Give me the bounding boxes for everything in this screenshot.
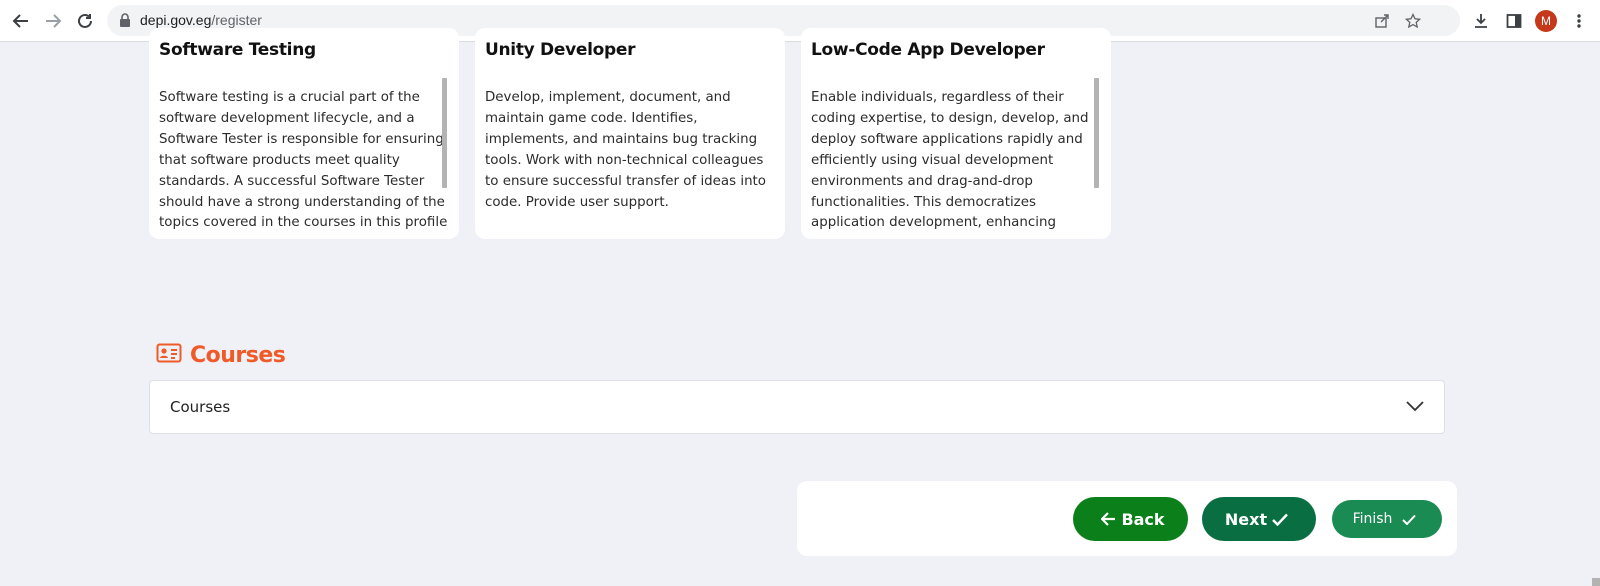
card-title: Unity Developer: [485, 40, 636, 60]
url-path: /register: [211, 12, 262, 28]
avatar[interactable]: M: [1535, 10, 1557, 32]
card-scrollbar[interactable]: [442, 78, 447, 188]
career-card-software-testing[interactable]: Software Testing Software testing is a c…: [149, 28, 459, 239]
next-button-label: Next: [1224, 509, 1268, 529]
courses-header: Courses: [156, 343, 286, 368]
arrow-left-icon: [1101, 512, 1116, 526]
card-title: Software Testing: [159, 40, 316, 60]
more-vert-icon[interactable]: [1568, 10, 1590, 32]
courses-dropdown-value: Courses: [170, 398, 231, 416]
share-icon[interactable]: [1372, 11, 1392, 31]
career-card-low-code-app-developer[interactable]: Low-Code App Developer Enable individual…: [801, 28, 1111, 239]
id-card-icon: [156, 343, 182, 368]
finish-button-label: Finish: [1352, 511, 1393, 527]
courses-title: Courses: [190, 343, 286, 368]
back-button-label: Back: [1121, 509, 1165, 529]
finish-button[interactable]: Finish: [1332, 500, 1442, 538]
lock-icon[interactable]: [119, 13, 131, 32]
reload-icon[interactable]: [72, 8, 98, 34]
card-title: Low-Code App Developer: [811, 40, 1045, 60]
url-text[interactable]: depi.gov.eg/register: [140, 12, 262, 28]
back-button[interactable]: Back: [1073, 497, 1188, 541]
url-domain: depi.gov.eg: [140, 12, 212, 28]
side-panel-icon[interactable]: [1503, 10, 1525, 32]
forward-arrow-icon[interactable]: [40, 8, 66, 34]
check-icon: [1402, 514, 1417, 525]
card-description: Enable individuals, regardless of their …: [811, 90, 1089, 231]
page-scrollbar-corner[interactable]: [1592, 578, 1600, 586]
back-arrow-icon[interactable]: [8, 8, 34, 34]
card-description: Develop, implement, document, and mainta…: [485, 90, 767, 210]
career-card-unity-developer[interactable]: Unity Developer Develop, implement, docu…: [475, 28, 785, 239]
check-icon: [1272, 513, 1288, 526]
courses-dropdown[interactable]: Courses: [149, 380, 1445, 434]
chevron-down-icon: [1406, 399, 1424, 417]
wizard-actions: Back Next Finish: [797, 481, 1457, 556]
next-button[interactable]: Next: [1202, 497, 1316, 541]
star-icon[interactable]: [1403, 11, 1423, 31]
card-scrollbar[interactable]: [1094, 78, 1099, 188]
card-description: Software testing is a crucial part of th…: [159, 90, 448, 231]
download-icon[interactable]: [1470, 10, 1492, 32]
